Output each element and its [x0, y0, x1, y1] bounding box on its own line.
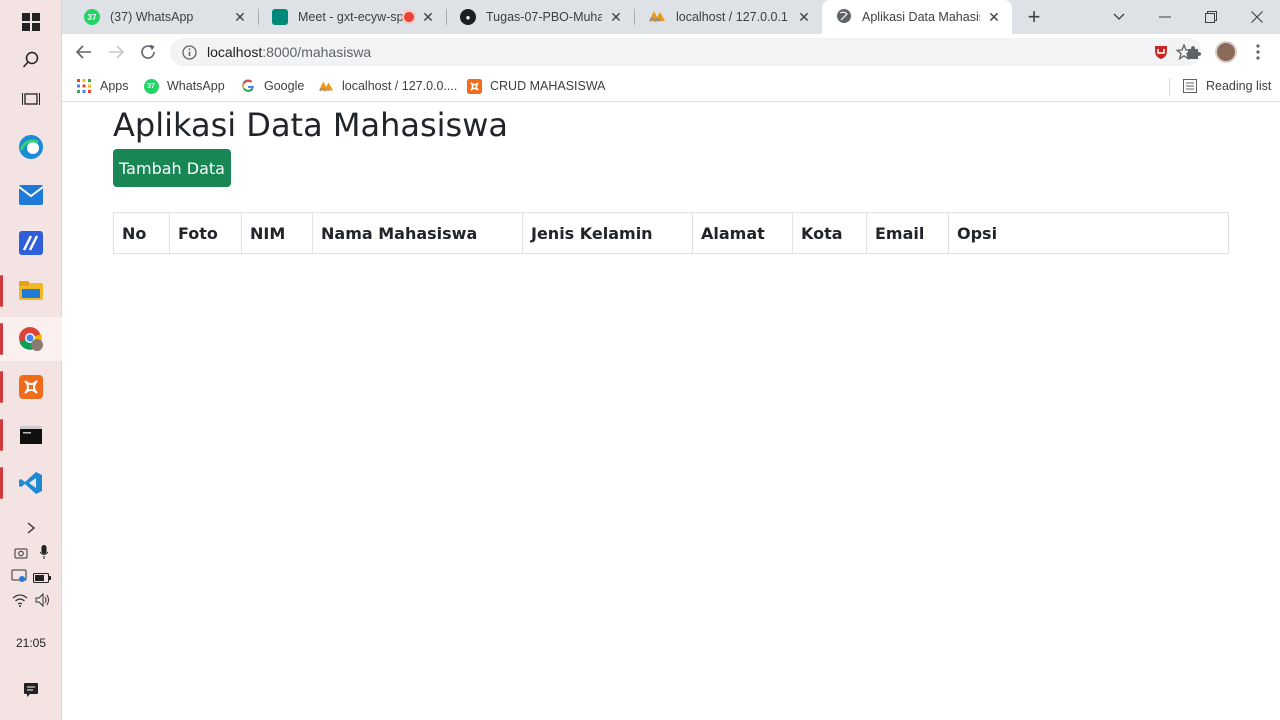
- column-header-alamat: Alamat: [692, 212, 793, 254]
- bookmark-label: Apps: [100, 79, 129, 93]
- notification-icon[interactable]: [0, 668, 62, 712]
- bookmarks-bar: Apps 37 WhatsApp Google PMA localhost / …: [62, 70, 1280, 102]
- edge-icon[interactable]: [0, 125, 62, 169]
- tab-title: (37) WhatsApp: [110, 10, 194, 24]
- battery-icon[interactable]: [33, 570, 51, 588]
- column-header-kota: Kota: [792, 212, 867, 254]
- google-icon: [240, 78, 256, 94]
- file-explorer-icon[interactable]: [0, 269, 62, 313]
- tab-search-chevron-icon[interactable]: [1096, 0, 1142, 34]
- column-header-jenis-kelamin: Jenis Kelamin: [522, 212, 693, 254]
- bookmark-crud-mahasiswa[interactable]: CRUD MAHASISWA: [466, 76, 606, 96]
- add-data-button[interactable]: Tambah Data: [113, 149, 231, 187]
- xampp-icon[interactable]: [0, 365, 62, 409]
- minimize-icon[interactable]: [1142, 0, 1188, 34]
- recording-icon: [404, 12, 414, 22]
- tab-whatsapp[interactable]: 37 (37) WhatsApp ✕: [70, 0, 258, 34]
- column-header-foto: Foto: [169, 212, 242, 254]
- tab-github[interactable]: ● Tugas-07-PBO-Muham ✕: [446, 0, 634, 34]
- page-title: Aplikasi Data Mahasiswa: [113, 106, 508, 144]
- tab-meet[interactable]: Meet - gxt-ecyw-sp ✕: [258, 0, 446, 34]
- column-header-email: Email: [866, 212, 949, 254]
- whatsapp-icon: 37: [84, 9, 100, 25]
- bookmark-label: localhost / 127.0.0....: [342, 79, 458, 93]
- bookmark-label: Google: [264, 79, 305, 93]
- bookmark-label: WhatsApp: [167, 79, 225, 93]
- microphone-icon[interactable]: [39, 545, 49, 564]
- chrome-icon[interactable]: [0, 317, 62, 361]
- column-header-nim: NIM: [241, 212, 313, 254]
- xampp-icon: [466, 78, 482, 94]
- system-tray-row-2: [0, 569, 62, 588]
- tab-phpmyadmin[interactable]: PMA localhost / 127.0.0.1 / 0 ✕: [634, 0, 822, 34]
- close-icon[interactable]: ✕: [796, 9, 812, 25]
- column-header-no: No: [113, 212, 170, 254]
- system-tray-row-1: [0, 545, 62, 564]
- url-path: :8000/mahasiswa: [262, 44, 372, 60]
- tab-title: Tugas-07-PBO-Muham: [486, 10, 602, 24]
- clock-time[interactable]: 21:05: [0, 636, 62, 650]
- column-header-opsi: Opsi: [948, 212, 1229, 254]
- extensions-puzzle-icon[interactable]: [1179, 38, 1207, 66]
- close-icon[interactable]: ✕: [608, 9, 624, 25]
- wifi-icon[interactable]: [12, 593, 28, 612]
- close-icon[interactable]: ✕: [986, 9, 1002, 25]
- display-icon[interactable]: [11, 569, 27, 588]
- mail-icon[interactable]: [0, 173, 62, 217]
- shield-extension-icon[interactable]: [1147, 38, 1175, 66]
- taskbar: 21:05: [0, 0, 62, 720]
- browser-toolbar: localhost:8000/mahasiswa: [62, 34, 1280, 70]
- reading-list-label: Reading list: [1206, 79, 1272, 93]
- reading-list-icon: [1182, 78, 1198, 94]
- tab-strip: 37 (37) WhatsApp ✕ Meet - gxt-ecyw-sp ✕ …: [62, 0, 1280, 34]
- whatsapp-icon: 37: [143, 78, 159, 94]
- reading-list-button[interactable]: Reading list: [1182, 76, 1271, 96]
- close-icon[interactable]: ✕: [420, 9, 436, 25]
- table-header-row: No Foto NIM Nama Mahasiswa Jenis Kelamin…: [113, 212, 1229, 254]
- google-meet-icon: [272, 9, 288, 25]
- svg-text:PMA: PMA: [320, 87, 330, 92]
- menu-kebab-icon[interactable]: [1244, 38, 1272, 66]
- page-content: Aplikasi Data Mahasiswa Tambah Data No F…: [62, 103, 1280, 720]
- phpmyadmin-icon: PMA: [648, 9, 666, 26]
- volume-icon[interactable]: [35, 592, 51, 612]
- profile-avatar[interactable]: [1212, 38, 1240, 66]
- back-arrow-icon[interactable]: [70, 38, 98, 66]
- search-icon[interactable]: [0, 38, 62, 82]
- bookmark-label: CRUD MAHASISWA: [490, 79, 606, 93]
- apps-grid-icon: [76, 78, 92, 94]
- chevron-right-icon[interactable]: [0, 506, 62, 550]
- vscode-icon[interactable]: [0, 461, 62, 505]
- bookmark-whatsapp[interactable]: 37 WhatsApp: [143, 76, 225, 96]
- bookmark-localhost[interactable]: PMA localhost / 127.0.0....: [318, 76, 457, 96]
- info-icon[interactable]: [182, 44, 197, 60]
- close-icon[interactable]: ✕: [232, 9, 248, 25]
- reload-icon[interactable]: [134, 38, 162, 66]
- forward-arrow-icon[interactable]: [102, 38, 130, 66]
- restore-icon[interactable]: [1188, 0, 1234, 34]
- new-tab-icon[interactable]: +: [1022, 4, 1046, 29]
- editor-icon[interactable]: [0, 221, 62, 265]
- students-table: No Foto NIM Nama Mahasiswa Jenis Kelamin…: [113, 212, 1229, 254]
- bookmark-apps[interactable]: Apps: [76, 76, 129, 96]
- tab-aplikasi[interactable]: Aplikasi Data Mahasisw ✕: [822, 0, 1012, 34]
- github-icon: ●: [460, 9, 476, 25]
- tab-title: localhost / 127.0.0.1 / 0: [676, 10, 790, 24]
- bookmark-google[interactable]: Google: [240, 76, 304, 96]
- close-window-icon[interactable]: [1234, 0, 1280, 34]
- terminal-icon[interactable]: [0, 413, 62, 457]
- globe-icon: [836, 8, 852, 27]
- system-tray-row-3: [0, 592, 62, 612]
- tab-title: Meet - gxt-ecyw-sp: [298, 10, 404, 24]
- camera-icon[interactable]: [14, 546, 28, 564]
- phpmyadmin-icon: PMA: [318, 78, 334, 94]
- svg-text:PMA: PMA: [650, 18, 662, 23]
- column-header-nama: Nama Mahasiswa: [312, 212, 523, 254]
- url-host: localhost: [207, 44, 263, 60]
- task-view-icon[interactable]: [0, 77, 62, 121]
- address-bar[interactable]: localhost:8000/mahasiswa: [170, 38, 1202, 66]
- tab-title: Aplikasi Data Mahasisw: [862, 10, 980, 24]
